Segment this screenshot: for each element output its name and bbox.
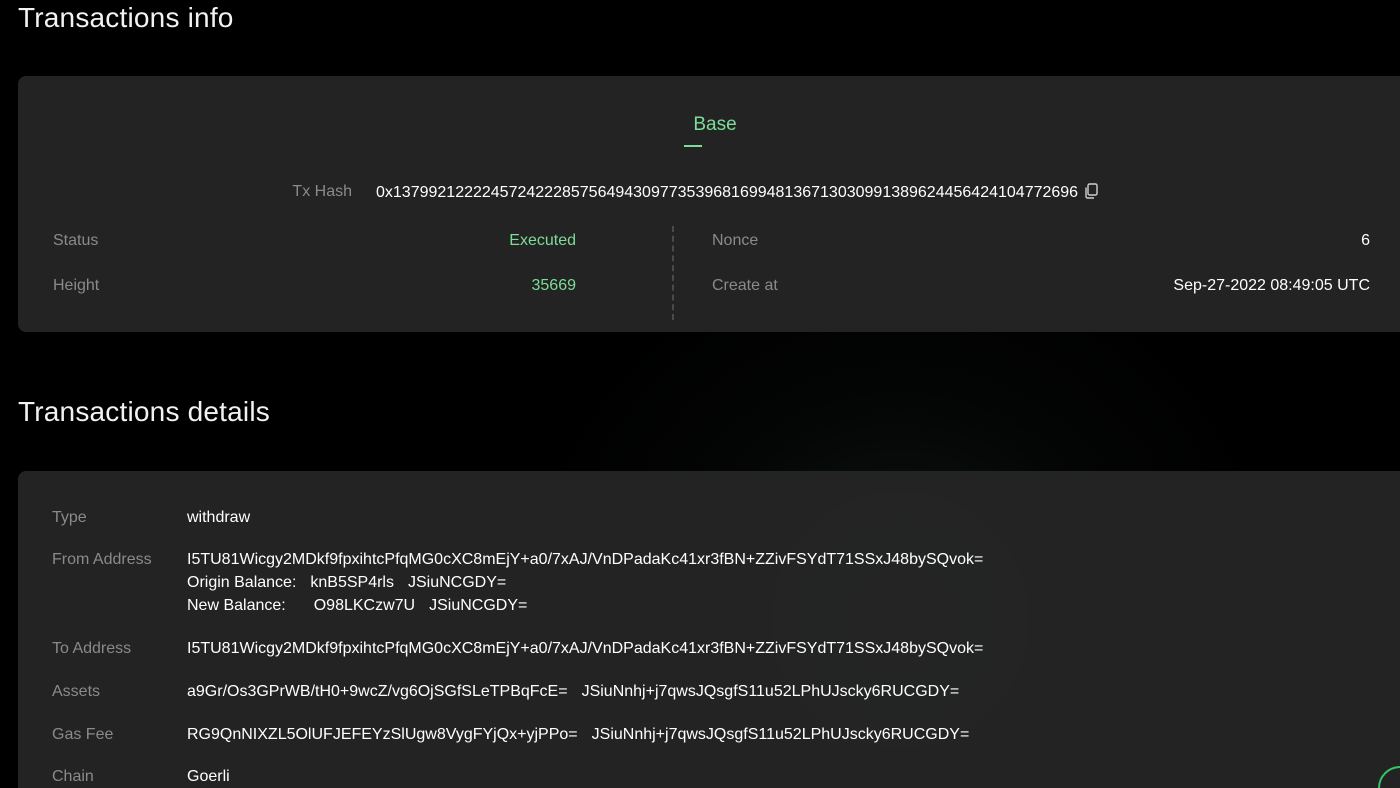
new-balance-row: New Balance: O98LKCzw7U JSiuNCGDY= [187, 594, 983, 617]
from-address-label: From Address [52, 551, 152, 568]
page: Transactions info Base Tx Hash 0x1379921… [0, 0, 1400, 788]
copy-icon[interactable] [1084, 183, 1098, 204]
new-balance-label: New Balance: [187, 597, 286, 614]
created-at-value: Sep-27-2022 08:49:05 UTC [1173, 277, 1370, 294]
assets-row: a9Gr/Os3GPrWB/tH0+9wcZ/vg6OjSGfSLeTPBqFc… [187, 680, 959, 703]
gas-fee-amount: RG9QnNIXZL5OlUFJEFEYzSlUgw8VygFYjQx+yjPP… [187, 726, 578, 743]
type-label: Type [52, 509, 87, 526]
transactions-details-heading: Transactions details [18, 396, 270, 427]
transactions-info-heading: Transactions info [18, 2, 234, 33]
gas-fee-row: RG9QnNIXZL5OlUFJEFEYzSlUgw8VygFYjQx+yjPP… [187, 723, 969, 746]
origin-balance-amount: knB5SP4rls [310, 574, 394, 591]
status-label: Status [53, 232, 99, 249]
tx-hash-label: Tx Hash [292, 183, 352, 200]
type-value: withdraw [187, 509, 251, 526]
from-address-value[interactable]: I5TU81Wicgy2MDkf9fpxihtcPfqMG0cXC8mEjY+a… [187, 548, 983, 571]
transactions-details-card: Type withdraw From Address I5TU81Wicgy2M… [18, 471, 1400, 788]
origin-balance-label: Origin Balance: [187, 574, 297, 591]
to-address-value[interactable]: I5TU81Wicgy2MDkf9fpxihtcPfqMG0cXC8mEjY+a… [187, 637, 983, 660]
transactions-info-card: Base Tx Hash 0x1379921222245724222857564… [18, 76, 1400, 332]
assets-asset: JSiuNnhj+j7qwsJQsgfS11u52LPhUJscky6RUCGD… [581, 683, 960, 700]
assets-amount: a9Gr/Os3GPrWB/tH0+9wcZ/vg6OjSGfSLeTPBqFc… [187, 683, 568, 700]
assets-label: Assets [52, 683, 101, 700]
new-balance-asset: JSiuNCGDY= [429, 597, 528, 614]
to-address-label: To Address [52, 640, 132, 657]
gas-fee-asset: JSiuNnhj+j7qwsJQsgfS11u52LPhUJscky6RUCGD… [591, 726, 970, 743]
chain-value: Goerli [187, 768, 230, 785]
tx-hash-row: 0x13799212222457242228575649430977353968… [376, 183, 1098, 204]
new-balance-amount: O98LKCzw7U [313, 597, 416, 614]
chain-label: Chain [52, 768, 94, 785]
gas-fee-label: Gas Fee [52, 726, 114, 743]
nonce-value: 6 [1361, 232, 1370, 249]
height-label: Height [53, 277, 100, 294]
origin-balance-asset: JSiuNCGDY= [407, 574, 507, 591]
origin-balance-row: Origin Balance: knB5SP4rls JSiuNCGDY= [187, 571, 983, 594]
created-at-label: Create at [712, 277, 778, 294]
nonce-label: Nonce [712, 232, 759, 249]
column-divider [672, 226, 674, 320]
tx-hash-value: 0x13799212222457242228575649430977353968… [376, 184, 1079, 201]
from-address-block: I5TU81Wicgy2MDkf9fpxihtcPfqMG0cXC8mEjY+a… [187, 548, 983, 617]
status-value: Executed [509, 232, 576, 249]
tab-active-indicator [684, 145, 702, 147]
height-value[interactable]: 35669 [532, 277, 577, 295]
tab-base[interactable]: Base [670, 114, 760, 136]
